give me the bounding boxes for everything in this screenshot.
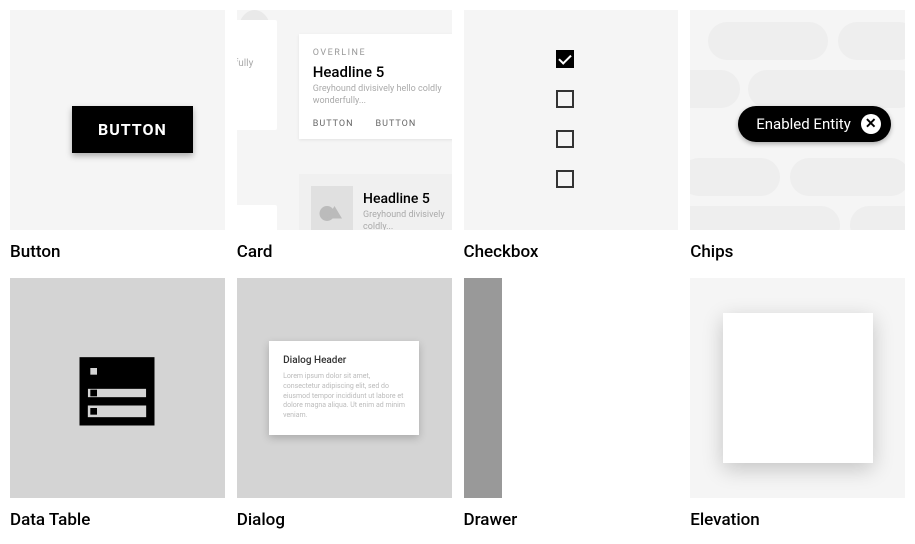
checkbox-preview xyxy=(464,10,679,230)
tile-drawer[interactable]: Drawer xyxy=(464,278,679,534)
tile-chips[interactable]: Enabled Entity ✕ Chips xyxy=(690,10,905,266)
card-action-button[interactable]: BUTTON xyxy=(376,119,417,129)
elevation-preview xyxy=(690,278,905,498)
card-action-button[interactable]: BUTTON xyxy=(313,119,354,129)
tile-checkbox[interactable]: Checkbox xyxy=(464,10,679,266)
tile-label: Card xyxy=(237,230,452,266)
ghost-chip xyxy=(690,158,780,196)
ghost-chip xyxy=(838,22,905,60)
tile-button[interactable]: BUTTON Button xyxy=(10,10,225,266)
sample-media-card: Headline 5 Greyhound divisively coldly..… xyxy=(299,174,452,230)
tile-label: Dialog xyxy=(237,498,452,534)
checkbox-unchecked[interactable] xyxy=(556,90,574,108)
chip-label: Enabled Entity xyxy=(756,115,851,133)
tile-label: Elevation xyxy=(690,498,905,534)
tile-label: Checkbox xyxy=(464,230,679,266)
data-table-icon xyxy=(77,348,157,428)
media-body: Greyhound divisively coldly... xyxy=(363,210,451,230)
sample-chip[interactable]: Enabled Entity ✕ xyxy=(738,106,891,142)
tile-card[interactable]: fully OVERLINE Headline 5 Greyhound divi… xyxy=(237,10,452,266)
sample-card: OVERLINE Headline 5 Greyhound divisively… xyxy=(299,34,452,139)
tile-elevation[interactable]: Elevation xyxy=(690,278,905,534)
sample-dialog: Dialog Header Lorem ipsum dolor sit amet… xyxy=(269,341,419,435)
data-table-preview xyxy=(10,278,225,498)
card-body: Greyhound divisively hello coldly wonder… xyxy=(313,84,452,107)
button-preview: BUTTON xyxy=(10,10,225,230)
ghost-chip xyxy=(790,158,905,196)
card-overline: OVERLINE xyxy=(313,48,452,58)
card-headline: Headline 5 xyxy=(313,63,452,81)
sample-button[interactable]: BUTTON xyxy=(72,106,193,153)
checkbox-unchecked[interactable] xyxy=(556,130,574,148)
media-thumb-icon xyxy=(311,186,353,230)
ghost-chip xyxy=(850,206,905,230)
close-icon[interactable]: ✕ xyxy=(861,114,881,134)
dialog-header: Dialog Header xyxy=(283,355,405,366)
card-actions: BUTTON BUTTON xyxy=(313,119,452,129)
checkbox-unchecked[interactable] xyxy=(556,170,574,188)
tile-label: Drawer xyxy=(464,498,679,534)
tile-label: Data Table xyxy=(10,498,225,534)
ghost-card: fully xyxy=(237,20,277,130)
ghost-chip xyxy=(690,206,840,230)
dialog-body: Lorem ipsum dolor sit amet, consectetur … xyxy=(283,372,405,421)
drawer-preview xyxy=(464,278,679,498)
ghost-card xyxy=(237,205,277,230)
ghost-chip xyxy=(690,70,740,108)
tile-data-table[interactable]: Data Table xyxy=(10,278,225,534)
dialog-preview: Dialog Header Lorem ipsum dolor sit amet… xyxy=(237,278,452,498)
ghost-chip xyxy=(708,22,828,60)
checkbox-checked[interactable] xyxy=(556,50,574,68)
card-preview: fully OVERLINE Headline 5 Greyhound divi… xyxy=(237,10,452,230)
drawer-panel xyxy=(464,278,502,498)
media-headline: Headline 5 xyxy=(363,191,451,207)
tile-label: Chips xyxy=(690,230,905,266)
tile-label: Button xyxy=(10,230,225,266)
elevated-card xyxy=(723,313,873,463)
tile-dialog[interactable]: Dialog Header Lorem ipsum dolor sit amet… xyxy=(237,278,452,534)
chips-preview: Enabled Entity ✕ xyxy=(690,10,905,230)
component-grid: BUTTON Button fully OVERLINE Headline 5 … xyxy=(0,0,915,544)
ghost-chip xyxy=(748,70,905,108)
